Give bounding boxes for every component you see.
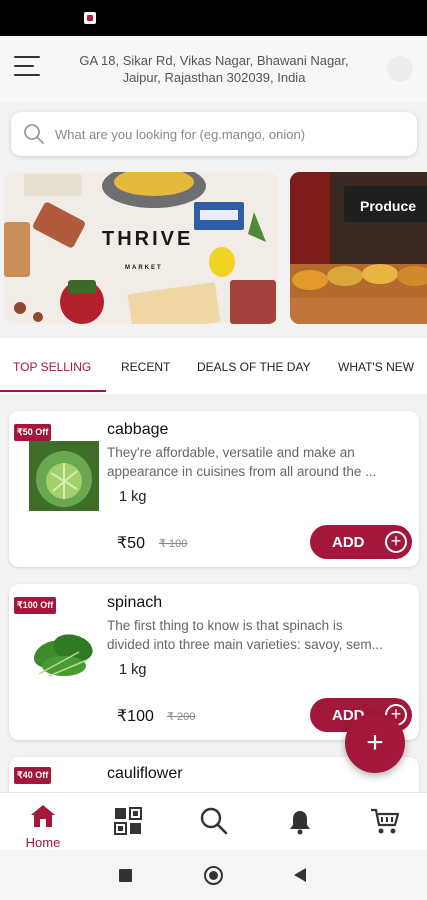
discount-badge: ₹40 Off	[14, 767, 52, 784]
add-button-label: ADD	[332, 534, 365, 551]
product-price: ₹50	[117, 535, 145, 552]
cabbage-image	[29, 441, 99, 511]
product-description-line-2: appearance in cuisines from all around t…	[107, 464, 377, 479]
tab-top-selling[interactable]: TOP SELLING	[13, 360, 91, 374]
product-name: spinach	[107, 594, 163, 611]
product-card-spinach[interactable]: ₹100 Off spinach The first thing to know…	[9, 584, 419, 740]
discount-badge: ₹100 Off	[14, 597, 57, 614]
search-bar[interactable]	[11, 112, 417, 156]
discount-badge: ₹50 Off	[14, 424, 52, 441]
address-line-2: Jaipur, Rajasthan 302039, India	[122, 70, 306, 85]
product-price: ₹100	[117, 708, 154, 725]
product-description-line-1: They're affordable, versatile and make a…	[107, 445, 355, 460]
nav-home-label: Home	[25, 835, 61, 850]
add-to-cart-button[interactable]: ADD +	[310, 525, 412, 559]
product-description-line-2: divided into three main varieties: savoy…	[107, 637, 383, 652]
bottom-navigation: Home	[0, 792, 427, 850]
plus-circle-icon: +	[385, 531, 407, 553]
produce-sign: Produce	[344, 186, 427, 222]
thrive-brand-text: THRIVE	[102, 228, 194, 250]
spinach-image	[29, 614, 99, 684]
hamburger-menu-icon[interactable]	[14, 56, 40, 80]
search-input[interactable]	[55, 112, 405, 156]
tab-whats-new[interactable]: WHAT'S NEW	[338, 360, 414, 374]
product-card-cabbage[interactable]: ₹50 Off cabbage They're affordable, vers…	[9, 411, 419, 567]
nav-categories[interactable]	[98, 801, 158, 847]
active-tab-indicator	[0, 390, 106, 392]
promo-banner-thrive[interactable]: THRIVE MARKET	[4, 172, 278, 324]
back-icon[interactable]	[294, 868, 306, 882]
floating-add-button[interactable]: +	[345, 713, 405, 773]
search-icon	[23, 123, 45, 145]
product-old-price: ₹ 200	[167, 711, 196, 723]
nav-cart[interactable]	[355, 801, 415, 847]
product-old-price: ₹ 100	[159, 538, 188, 550]
category-tabs: TOP SELLING RECENT DEALS OF THE DAY WHAT…	[0, 338, 427, 394]
tab-recent[interactable]: RECENT	[121, 360, 170, 374]
home-circle-icon[interactable]	[204, 866, 223, 885]
product-quantity: 1 kg	[119, 489, 147, 505]
thrive-subtitle-text: MARKET	[125, 265, 163, 271]
system-navigation-bar	[0, 850, 427, 900]
promo-banner-produce[interactable]: Produce	[290, 172, 427, 324]
nav-notifications[interactable]	[270, 801, 330, 847]
status-bar	[0, 0, 427, 36]
product-description: The first thing to know is that spinach …	[107, 616, 413, 654]
product-name: cauliflower	[107, 765, 183, 782]
nav-home[interactable]: Home	[13, 801, 73, 850]
notification-app-icon	[84, 12, 96, 24]
address-line-1: GA 18, Sikar Rd, Vikas Nagar, Bhawani Na…	[79, 53, 349, 68]
tab-deals-of-the-day[interactable]: DEALS OF THE DAY	[197, 360, 311, 374]
profile-icon[interactable]	[387, 56, 413, 82]
product-description: They're affordable, versatile and make a…	[107, 443, 413, 481]
delivery-address[interactable]: GA 18, Sikar Rd, Vikas Nagar, Bhawani Na…	[60, 52, 368, 86]
app-header: GA 18, Sikar Rd, Vikas Nagar, Bhawani Na…	[0, 36, 427, 102]
product-name: cabbage	[107, 421, 169, 438]
product-description-line-1: The first thing to know is that spinach …	[107, 618, 343, 633]
nav-search[interactable]	[184, 801, 244, 847]
recent-apps-icon[interactable]	[119, 869, 132, 882]
product-quantity: 1 kg	[119, 662, 147, 678]
